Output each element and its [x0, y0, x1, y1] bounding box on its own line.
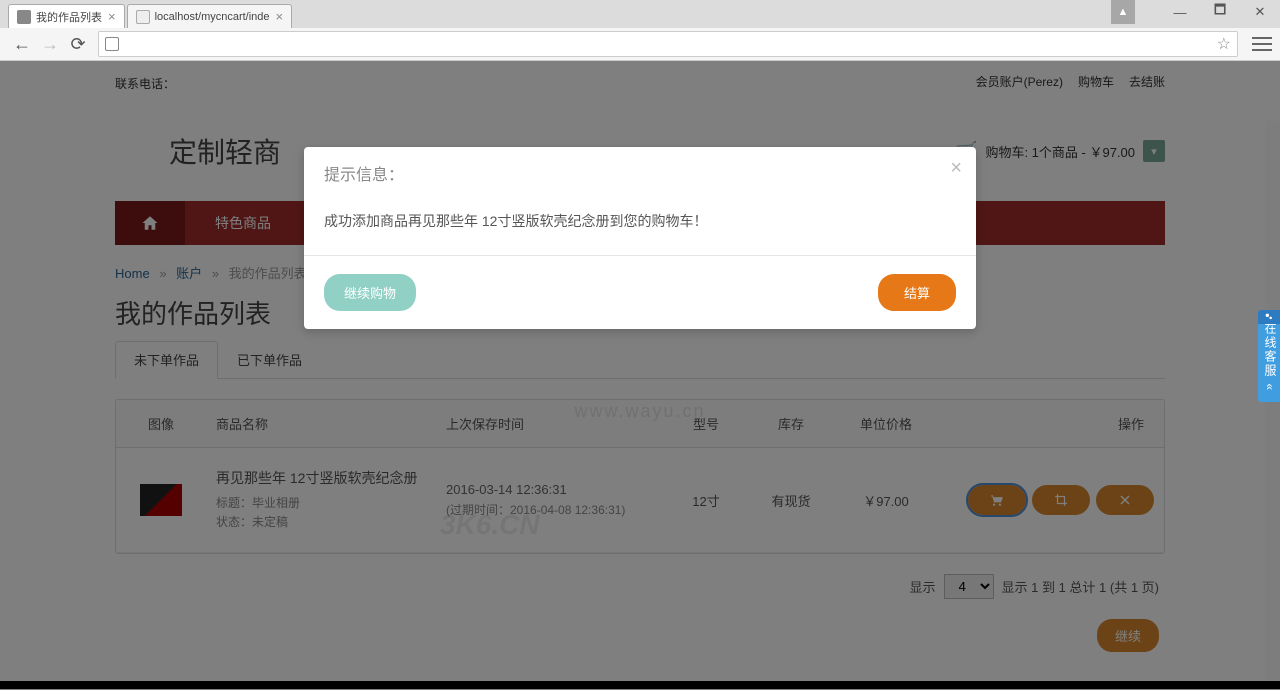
modal: 提示信息： × 成功添加商品再见那些年 12寸竖版软壳纪念册到您的购物车！ 继续…: [304, 147, 976, 329]
window-controls: — 🗖 ✕: [1160, 0, 1280, 24]
modal-header: 提示信息： ×: [304, 147, 976, 199]
browser-tab-1[interactable]: localhost/mycncart/inde ×: [127, 4, 293, 28]
user-icon[interactable]: ▲: [1111, 0, 1135, 24]
support-icon[interactable]: [1258, 310, 1280, 324]
page: 联系电话： 会员账户(Perez) 购物车 去结账 定制轻商 🛒 购物车: 1个…: [0, 61, 1280, 690]
forward-button[interactable]: →: [36, 30, 64, 58]
back-button[interactable]: ←: [8, 30, 36, 58]
page-icon: [105, 37, 119, 51]
continue-shopping-button[interactable]: 继续购物: [324, 274, 416, 311]
modal-footer: 继续购物 结算: [304, 255, 976, 329]
close-window-button[interactable]: ✕: [1240, 0, 1280, 24]
bookmark-icon[interactable]: ☆: [1217, 34, 1231, 54]
modal-body: 成功添加商品再见那些年 12寸竖版软壳纪念册到您的购物车！: [304, 199, 976, 255]
tab-bar: 我的作品列表 × localhost/mycncart/inde × ▲ — 🗖…: [0, 0, 1280, 28]
modal-title: 提示信息：: [324, 167, 404, 184]
browser-chrome: 我的作品列表 × localhost/mycncart/inde × ▲ — 🗖…: [0, 0, 1280, 61]
favicon-icon: [136, 10, 150, 24]
support-tab[interactable]: 在线客服 «: [1258, 312, 1280, 402]
close-icon[interactable]: ×: [276, 9, 284, 24]
tab-title: 我的作品列表: [36, 9, 102, 25]
browser-tab-0[interactable]: 我的作品列表 ×: [8, 4, 125, 28]
minimize-button[interactable]: —: [1160, 0, 1200, 24]
maximize-button[interactable]: 🗖: [1200, 0, 1240, 24]
url-bar[interactable]: ☆: [98, 31, 1238, 57]
menu-button[interactable]: [1252, 37, 1272, 51]
support-label: 在线客服: [1263, 322, 1277, 378]
toolbar: ← → ⟳ ☆: [0, 28, 1280, 60]
reload-button[interactable]: ⟳: [64, 30, 92, 58]
checkout-button[interactable]: 结算: [878, 274, 956, 311]
modal-close-button[interactable]: ×: [950, 157, 962, 180]
close-icon[interactable]: ×: [108, 9, 116, 24]
taskbar: [0, 681, 1280, 689]
favicon-icon: [17, 10, 31, 24]
tab-title: localhost/mycncart/inde: [155, 11, 270, 23]
